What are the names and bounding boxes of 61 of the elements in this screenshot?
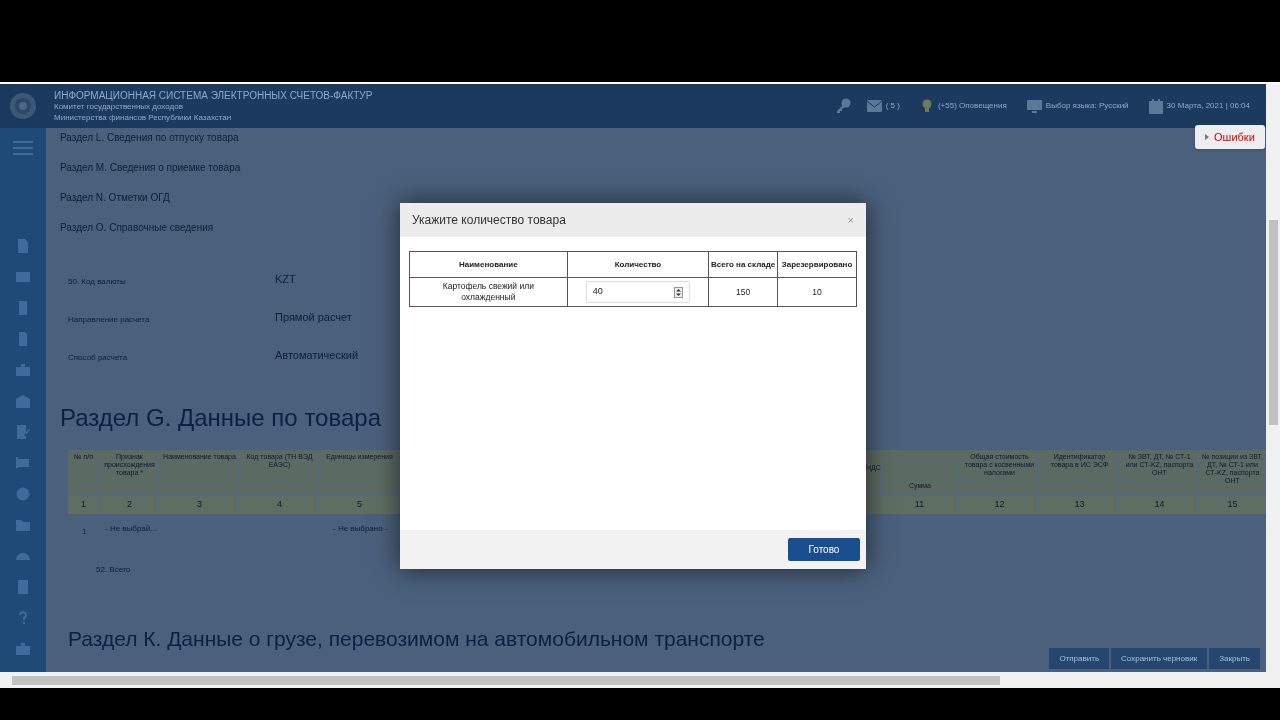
column-number: 14: [1154, 498, 1165, 512]
table-cell: 10: [777, 277, 857, 307]
field-value: KZT: [275, 271, 296, 287]
scrollbar-thumb[interactable]: [12, 675, 1000, 685]
briefcase-icon[interactable]: [15, 641, 31, 657]
monitor-icon[interactable]: [1026, 99, 1042, 113]
quantity-field[interactable]: 40: [585, 281, 691, 303]
footer-button[interactable]: Сохранить черновик: [1111, 648, 1208, 669]
section-link[interactable]: Раздел M. Сведения о приемке товара: [60, 160, 241, 176]
column-number: 3: [197, 498, 202, 512]
emblem-icon: [8, 91, 38, 121]
horizontal-scrollbar[interactable]: [0, 672, 1280, 688]
folder-icon[interactable]: [15, 517, 31, 533]
caret-icon: [1205, 134, 1209, 140]
section-heading: Раздел G. Данные по товара: [60, 404, 381, 431]
dialog-title: Укажите количество товара: [412, 212, 566, 229]
warehouse-icon[interactable]: [15, 393, 31, 409]
table-cell: Картофель свежий или охлажденный: [409, 277, 568, 307]
table-cell: 150: [708, 277, 778, 307]
notifications-link[interactable]: (+55) Оповещения: [937, 100, 1007, 112]
done-button[interactable]: Готово: [788, 538, 860, 561]
section-link[interactable]: Раздел L. Сведения по отпуску товара: [60, 130, 239, 146]
column-number: 11: [914, 498, 925, 512]
column-number: 12: [994, 498, 1005, 512]
edit-icon[interactable]: [15, 424, 31, 440]
row-number: 1: [82, 526, 87, 538]
footer-button[interactable]: Отправить: [1049, 648, 1110, 669]
message-count[interactable]: ( 5 ): [885, 100, 900, 112]
scrollbar-thumb[interactable]: [1268, 220, 1278, 425]
language-selector[interactable]: Выбор языка: Русский: [1045, 100, 1129, 112]
document-icon[interactable]: [15, 238, 31, 254]
column-number: 5: [357, 498, 362, 512]
envelope-icon[interactable]: [866, 100, 882, 112]
vertical-scrollbar[interactable]: [1266, 84, 1280, 672]
column-number: 15: [1227, 498, 1238, 512]
gear-icon[interactable]: [15, 486, 31, 502]
column-header: Зарезервировано: [777, 251, 857, 278]
briefcase-icon[interactable]: [15, 362, 31, 378]
column-header: Всего на складе: [708, 251, 778, 278]
subtitle: Министерства финансов Республики Казахстан: [54, 111, 233, 123]
footer-button[interactable]: Закрыть: [1209, 648, 1260, 669]
column-number: 4: [277, 498, 282, 512]
column-header: Наименование: [409, 251, 568, 278]
column-header: Количество: [567, 251, 709, 278]
close-button[interactable]: ×: [847, 211, 854, 229]
column-number: 1: [81, 498, 86, 512]
section-link[interactable]: Раздел O. Справочные сведения: [60, 220, 214, 236]
calendar-icon: [1148, 98, 1163, 114]
column-number: 2: [127, 498, 132, 512]
date-time: 30 Марта, 2021 | 06:04: [1166, 100, 1250, 112]
section-link[interactable]: Раздел N. Отметки ОГД: [60, 190, 170, 206]
column-number: 13: [1074, 498, 1085, 512]
subtitle: Комитет государственных доходов: [54, 101, 184, 112]
key-icon[interactable]: [834, 98, 851, 114]
field-value: Автоматический: [275, 347, 359, 363]
field-value: Прямой расчет: [275, 309, 352, 325]
section-heading: Раздел К. Данные о грузе, перевозимом на автомобильном транспорте: [68, 626, 765, 652]
errors-button[interactable]: Ошибки: [1195, 125, 1265, 149]
menu-icon[interactable]: [13, 140, 33, 156]
spinner-icon[interactable]: [674, 286, 684, 298]
system-title: ИНФОРМАЦИОННАЯ СИСТЕМА ЭЛЕКТРОННЫХ СЧЕТОВ-ФАКТУР: [54, 89, 373, 101]
